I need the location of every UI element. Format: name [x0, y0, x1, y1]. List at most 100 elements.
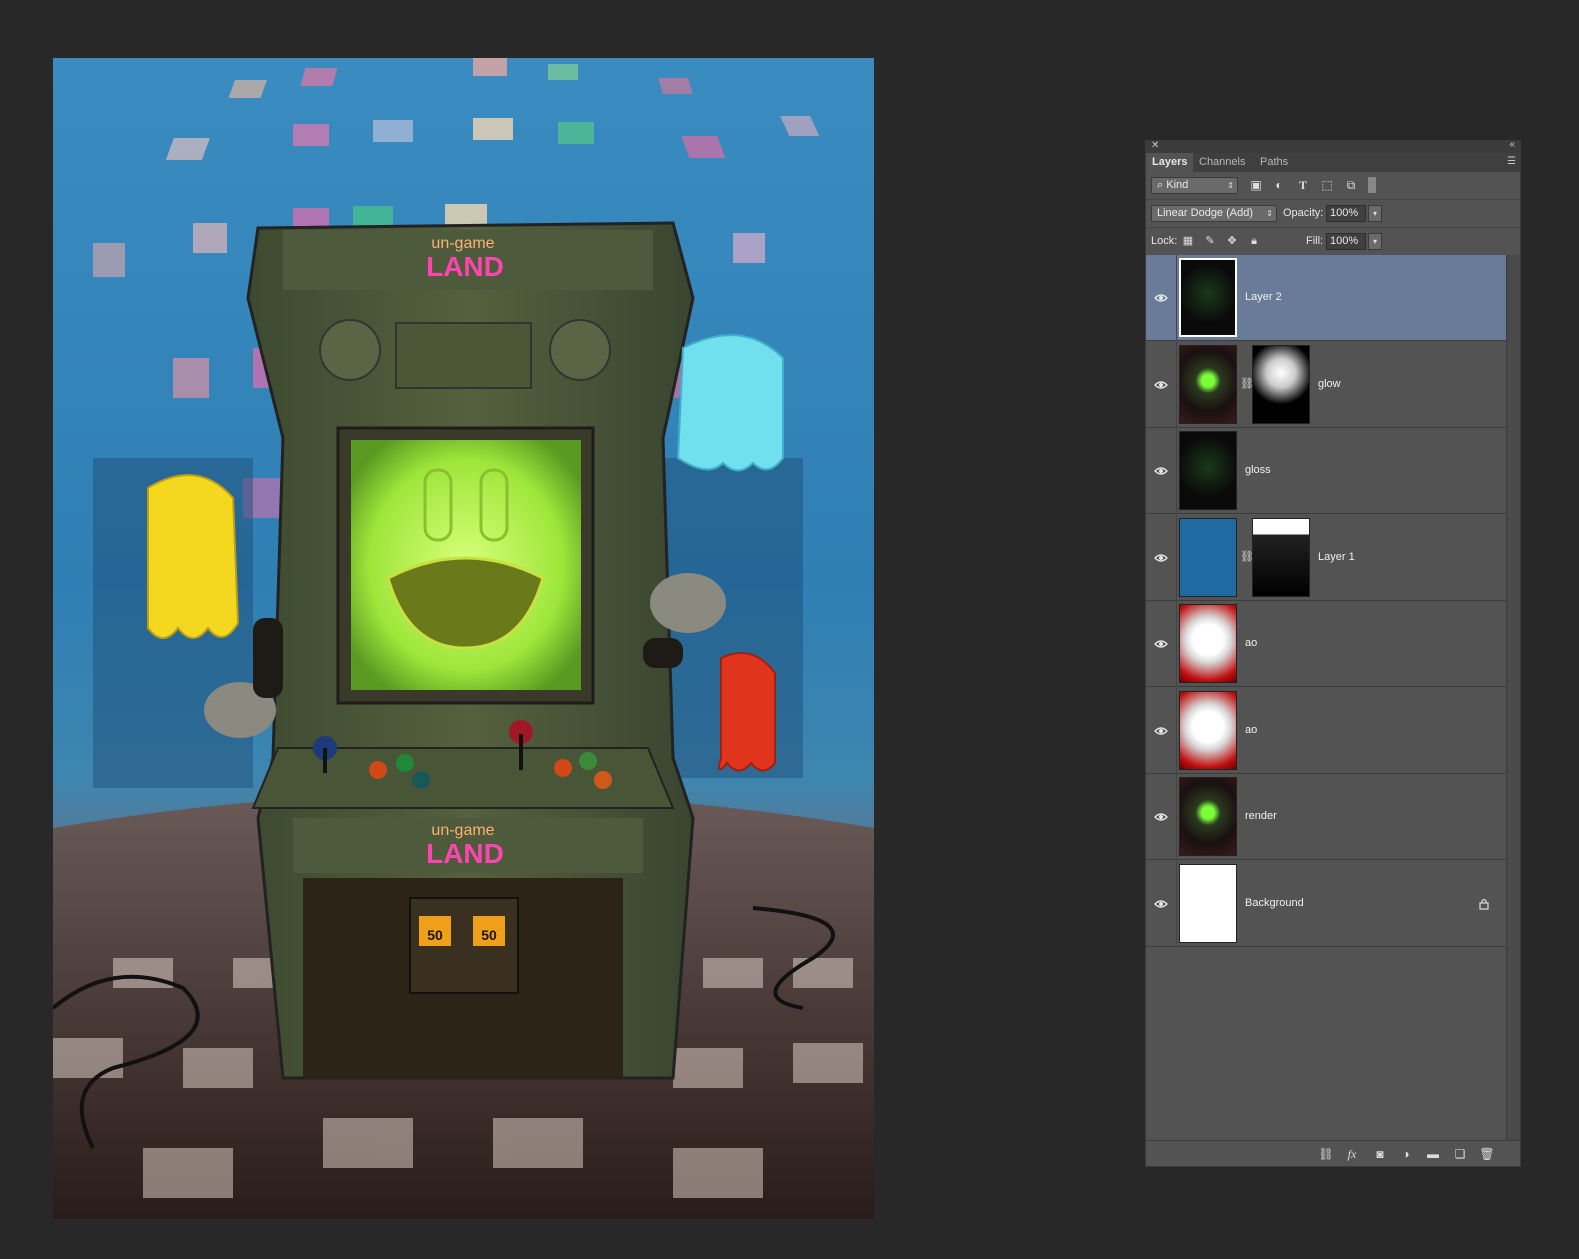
- layer-name[interactable]: render: [1245, 810, 1277, 822]
- row-divider: [1176, 514, 1177, 601]
- eye-visibility-icon[interactable]: [1154, 291, 1168, 303]
- layer-row[interactable]: render: [1146, 774, 1506, 860]
- layer-name[interactable]: Background: [1245, 897, 1304, 909]
- tab-layers[interactable]: Layers: [1146, 153, 1194, 172]
- collapse-panel-icon[interactable]: «: [1509, 139, 1515, 150]
- layer-row[interactable]: Layer 2: [1146, 255, 1506, 341]
- new-layer-icon[interactable]: ❏: [1452, 1146, 1468, 1162]
- add-mask-icon[interactable]: ◙: [1372, 1146, 1388, 1162]
- eye-visibility-icon[interactable]: [1154, 551, 1168, 563]
- filter-kind-dropdown[interactable]: ⌕ Kind ⇕: [1151, 177, 1238, 194]
- lock-position-icon[interactable]: ✥: [1225, 234, 1239, 248]
- filter-row: ⌕ Kind ⇕ ▣ ◐ T ⬚ ⧉: [1146, 172, 1520, 200]
- fill-input[interactable]: 100%: [1326, 233, 1366, 250]
- trash-icon[interactable]: 🗑︎: [1479, 1146, 1495, 1162]
- eye-visibility-icon[interactable]: [1154, 464, 1168, 476]
- row-divider: [1176, 687, 1177, 774]
- layer-thumbnail[interactable]: [1179, 431, 1237, 510]
- search-icon: ⌕: [1157, 179, 1164, 191]
- marquee-text-top: un-game: [431, 235, 494, 252]
- arcade-artwork: un-game LAND un-game LAND 50 50: [53, 58, 874, 1219]
- lock-icon: [1478, 897, 1490, 910]
- document-canvas[interactable]: un-game LAND un-game LAND 50 50: [53, 58, 874, 1219]
- layer-thumbnail[interactable]: [1179, 690, 1237, 770]
- filter-shape-icon[interactable]: ⬚: [1319, 177, 1335, 193]
- right-glove: [650, 573, 726, 633]
- tab-paths[interactable]: Paths: [1254, 153, 1294, 172]
- layer-row[interactable]: ao: [1146, 687, 1506, 774]
- layer-mask-thumbnail[interactable]: [1252, 344, 1310, 424]
- row-divider: [1176, 428, 1177, 514]
- marquee-text-land: LAND: [426, 251, 504, 282]
- layer-mask-thumbnail[interactable]: [1252, 517, 1310, 597]
- eye-visibility-icon[interactable]: [1154, 810, 1168, 822]
- layer-thumbnail[interactable]: [1179, 604, 1237, 683]
- lock-row: Lock: ▦ ✎ ✥ 🔒︎ Fill: 100% ▾: [1146, 228, 1520, 256]
- layer-row[interactable]: gloss: [1146, 428, 1506, 514]
- layer-name[interactable]: gloss: [1245, 464, 1271, 476]
- layer-name[interactable]: Layer 2: [1245, 291, 1282, 303]
- panel-menu-icon[interactable]: ☰: [1507, 156, 1516, 167]
- chevron-updown-icon: ⇕: [1266, 209, 1273, 218]
- eye-visibility-icon[interactable]: [1154, 637, 1168, 649]
- layer-name[interactable]: ao: [1245, 724, 1257, 736]
- row-divider: [1176, 255, 1177, 341]
- layer-row[interactable]: ao: [1146, 601, 1506, 687]
- mask-link-icon[interactable]: ⛓︎: [1240, 377, 1254, 393]
- adjustment-layer-icon[interactable]: ◑: [1398, 1146, 1414, 1162]
- coin-slot-left: 50: [427, 927, 443, 943]
- layers-panel: ✕ « Layers Channels Paths ☰ ⌕ Kind ⇕ ▣ ◐…: [1145, 139, 1521, 1167]
- layer-row[interactable]: ⛓︎ Layer 1: [1146, 514, 1506, 601]
- lock-transparent-icon[interactable]: ▦: [1181, 234, 1195, 248]
- layer-thumbnail[interactable]: [1179, 517, 1237, 597]
- blend-row: Linear Dodge (Add) ⇕ Opacity: 100% ▾: [1146, 200, 1520, 228]
- filter-toggle-icon[interactable]: [1368, 177, 1376, 193]
- filter-smart-object-icon[interactable]: ⧉: [1343, 177, 1359, 193]
- filter-type-icon[interactable]: T: [1295, 177, 1311, 193]
- eye-visibility-icon[interactable]: [1154, 378, 1168, 390]
- layer-thumbnail[interactable]: [1179, 258, 1237, 337]
- cyan-ghost: [676, 334, 784, 472]
- blend-mode-dropdown[interactable]: Linear Dodge (Add) ⇕: [1151, 205, 1277, 222]
- panel-tabs: Layers Channels Paths ☰: [1146, 153, 1520, 172]
- panel-bottom-toolbar: ⛓︎ fx ◙ ◑ ▬ ❏ 🗑︎: [1146, 1140, 1520, 1166]
- layer-thumbnail[interactable]: [1179, 777, 1237, 856]
- layer-name[interactable]: glow: [1318, 378, 1341, 390]
- eye-visibility-icon[interactable]: [1154, 897, 1168, 909]
- chevron-updown-icon: ⇕: [1227, 181, 1234, 190]
- yellow-ghost: [147, 474, 240, 639]
- layer-thumbnail[interactable]: [1179, 344, 1237, 424]
- layer-name[interactable]: Layer 1: [1318, 551, 1355, 563]
- fill-label: Fill:: [1306, 235, 1324, 247]
- close-panel-icon[interactable]: ✕: [1151, 140, 1159, 151]
- opacity-input[interactable]: 100%: [1326, 205, 1366, 222]
- red-ghost: [718, 652, 776, 772]
- new-group-folder-icon[interactable]: ▬: [1425, 1146, 1441, 1162]
- fx-icon[interactable]: fx: [1344, 1146, 1360, 1162]
- row-divider: [1176, 860, 1177, 947]
- panel-titlebar: ✕ «: [1146, 139, 1520, 153]
- opacity-label: Opacity:: [1283, 207, 1324, 219]
- link-layers-icon[interactable]: ⛓︎: [1318, 1146, 1334, 1162]
- layers-scrollbar[interactable]: [1506, 255, 1520, 1141]
- photoshop-workspace: un-game LAND un-game LAND 50 50 ✕ « Laye…: [0, 0, 1579, 1259]
- row-divider: [1176, 774, 1177, 860]
- row-divider: [1176, 341, 1177, 428]
- tab-channels[interactable]: Channels: [1193, 153, 1251, 172]
- filter-adjustment-icon[interactable]: ◐: [1271, 177, 1287, 193]
- lock-all-icon[interactable]: 🔒︎: [1247, 234, 1261, 248]
- filter-kind-label: Kind: [1166, 179, 1189, 191]
- filter-pixel-icon[interactable]: ▣: [1248, 177, 1264, 193]
- layer-thumbnail[interactable]: [1179, 863, 1237, 943]
- blend-mode-value: Linear Dodge (Add): [1157, 207, 1254, 219]
- layer-row[interactable]: ⛓︎ glow: [1146, 341, 1506, 428]
- coin-slot-right: 50: [481, 927, 497, 943]
- opacity-dropdown-button[interactable]: ▾: [1368, 205, 1382, 222]
- layer-row[interactable]: Background: [1146, 860, 1506, 947]
- mask-link-icon[interactable]: ⛓︎: [1240, 550, 1254, 566]
- lock-label: Lock:: [1151, 235, 1178, 247]
- fill-dropdown-button[interactable]: ▾: [1368, 233, 1382, 250]
- lock-image-brush-icon[interactable]: ✎: [1203, 234, 1217, 248]
- layer-name[interactable]: ao: [1245, 637, 1257, 649]
- eye-visibility-icon[interactable]: [1154, 724, 1168, 736]
